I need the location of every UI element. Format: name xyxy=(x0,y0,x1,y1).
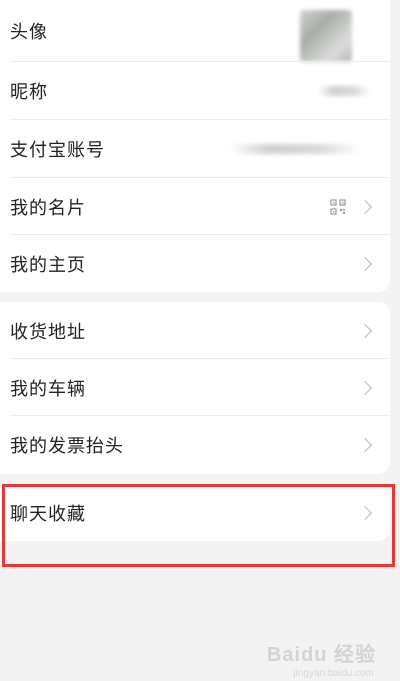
my-homepage-label: 我的主页 xyxy=(10,254,86,276)
chevron-right-icon xyxy=(357,323,373,338)
alipay-account-row[interactable]: 支付宝账号 xyxy=(0,120,390,178)
address-section: 收货地址 我的车辆 我的发票抬头 xyxy=(0,302,390,474)
shipping-address-row[interactable]: 收货地址 xyxy=(0,302,390,359)
my-vehicles-label: 我的车辆 xyxy=(10,378,86,400)
invoice-title-label: 我的发票抬头 xyxy=(10,436,124,457)
chevron-right-icon xyxy=(357,437,373,453)
watermark-url: jingyan.baidu.com xyxy=(293,668,374,679)
alipay-account-value xyxy=(230,144,360,154)
my-card-label: 我的名片 xyxy=(10,197,86,219)
highlight-box xyxy=(2,484,395,567)
avatar-row[interactable]: 头像 xyxy=(0,0,390,62)
invoice-title-row[interactable]: 我的发票抬头 xyxy=(0,416,390,474)
avatar-label: 头像 xyxy=(10,22,48,43)
watermark-logo: Baidu 经验 xyxy=(267,638,376,667)
my-vehicles-row[interactable]: 我的车辆 xyxy=(0,359,390,416)
nickname-label: 昵称 xyxy=(10,82,48,103)
chevron-right-icon xyxy=(357,256,373,271)
nickname-value xyxy=(318,86,370,96)
chevron-right-icon xyxy=(357,199,373,214)
qr-code-icon xyxy=(330,198,346,215)
avatar xyxy=(300,10,352,62)
alipay-account-label: 支付宝账号 xyxy=(10,140,105,161)
profile-section: 头像 昵称 支付宝账号 我的名片 我的主页 xyxy=(0,0,390,292)
shipping-address-label: 收货地址 xyxy=(10,321,86,343)
my-card-row[interactable]: 我的名片 xyxy=(0,178,390,235)
nickname-row[interactable]: 昵称 xyxy=(0,62,390,120)
my-homepage-row[interactable]: 我的主页 xyxy=(0,235,390,292)
watermark-text: Baidu 经验 xyxy=(266,644,376,666)
chevron-right-icon xyxy=(357,380,373,395)
